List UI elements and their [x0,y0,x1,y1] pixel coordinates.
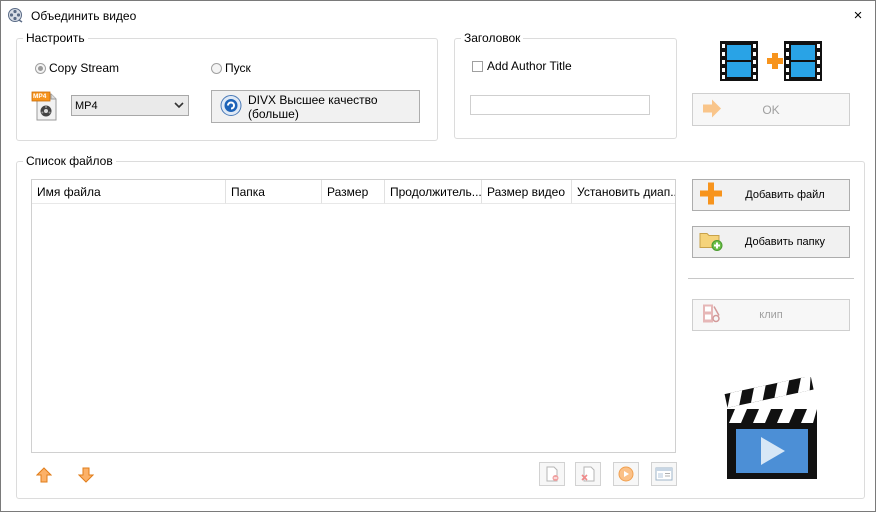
column-header-folder[interactable]: Папка [226,180,322,204]
start-radio[interactable]: Пуск [211,61,251,75]
header-group: Заголовок [454,31,677,139]
mp4-file-icon: MP4 [31,90,59,122]
arrow-up-icon [36,467,52,483]
start-radio-dot[interactable] [211,62,222,74]
add-file-button-label: Добавить файл [745,189,825,201]
clear-list-icon [581,466,595,482]
scissors-film-icon [701,303,723,328]
add-folder-button-label: Добавить папку [744,236,826,248]
info-panel-button[interactable] [651,462,677,486]
plus-icon [699,182,723,209]
ok-button[interactable]: OK [692,93,850,126]
author-title-checkbox[interactable]: Add Author Title [472,59,572,73]
author-title-input[interactable] [470,95,650,115]
file-list-table[interactable]: Имя файла Папка Размер Продолжитель... Р… [31,179,676,453]
header-group-label: Заголовок [461,31,524,45]
clip-button[interactable]: клип [692,299,850,331]
author-title-label: Add Author Title [487,59,572,73]
copy-stream-radio-dot[interactable] [35,62,46,74]
ok-button-label: OK [762,102,780,117]
clip-button-label: клип [759,309,783,321]
column-header-duration[interactable]: Продолжитель... [385,180,482,204]
title-bar: Объединить видео × [1,1,875,31]
add-file-button[interactable]: Добавить файл [692,179,850,211]
quality-button-label: DIVX Высшее качество (больше) [248,92,378,121]
film-merge-icon [719,39,823,83]
column-header-size[interactable]: Размер [322,180,385,204]
remove-file-button[interactable] [539,462,565,486]
merge-video-window: Объединить видео × Настроить Copy Stream… [0,0,876,512]
add-folder-icon [699,230,723,255]
chevron-down-icon[interactable] [173,99,185,111]
add-folder-button[interactable]: Добавить папку [692,226,850,258]
clear-list-button[interactable] [575,462,601,486]
quality-button[interactable]: DIVX Высшее качество (больше) [211,90,420,123]
close-button[interactable]: × [847,5,869,27]
play-icon [618,466,634,482]
column-header-set-range[interactable]: Установить диап... [572,180,675,204]
play-preview-button[interactable] [613,462,639,486]
window-title: Объединить видео [31,9,137,23]
start-label: Пуск [225,61,251,75]
format-select-value: MP4 [75,99,98,112]
film-reel-icon [7,7,23,23]
divx-icon [220,94,242,119]
separator-line [688,278,854,279]
copy-stream-radio[interactable]: Copy Stream [35,61,119,75]
mp4-icon-text: MP4 [33,93,47,100]
column-header-video-size[interactable]: Размер видео [482,180,572,204]
remove-file-icon [546,466,559,482]
move-up-button[interactable] [34,465,54,485]
clapperboard-icon [723,375,819,481]
column-header-filename[interactable]: Имя файла [32,180,226,204]
move-down-button[interactable] [76,465,96,485]
format-select[interactable]: MP4 [71,95,189,116]
author-title-checkbox-box[interactable] [472,60,483,72]
arrow-down-icon [78,467,94,483]
arrow-right-icon [701,98,723,121]
file-list-group-label: Список файлов [23,154,116,168]
copy-stream-label: Copy Stream [49,61,120,75]
settings-group-label: Настроить [23,31,88,45]
info-panel-icon [655,467,673,481]
